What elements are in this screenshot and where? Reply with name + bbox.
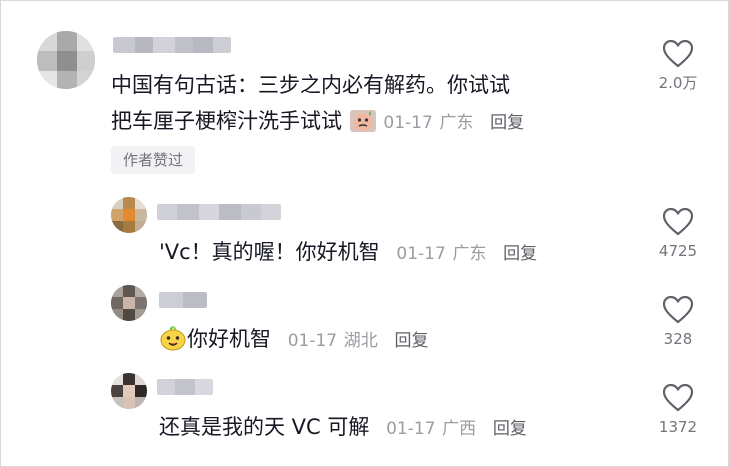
reply-1-like-button[interactable]: 4725 <box>648 207 708 260</box>
commenter-name-blurred[interactable] <box>113 37 231 53</box>
reply-1-reply-button[interactable]: 回复 <box>503 244 537 264</box>
author-liked-badge: 作者赞过 <box>111 146 196 174</box>
comment-like-count: 2.0万 <box>658 74 698 92</box>
reply-3-location: 广西 <box>442 419 477 439</box>
commenter-avatar[interactable] <box>37 31 95 89</box>
reply-2-text: 你好机智 01-17 湖北 回复 <box>159 323 428 361</box>
reply-3-like-count: 1372 <box>658 418 698 436</box>
reply-2-like-button[interactable]: 328 <box>648 295 708 348</box>
reply-1-avatar[interactable] <box>111 197 147 233</box>
smiling-sprout-emoji <box>159 324 187 361</box>
heart-outline-icon <box>662 39 694 68</box>
reply-3-like-button[interactable]: 1372 <box>648 383 708 436</box>
sweat-face-emoji <box>349 108 377 143</box>
heart-outline-icon <box>662 295 694 324</box>
reply-2-reply-button[interactable]: 回复 <box>394 331 428 351</box>
reply-1-date: 01-17 <box>396 244 446 264</box>
comment-like-button[interactable]: 2.0万 <box>648 39 708 92</box>
comment-reply-button[interactable]: 回复 <box>490 113 524 133</box>
comment-location: 广东 <box>439 113 474 133</box>
reply-3-name-blurred[interactable] <box>157 379 213 395</box>
reply-3-avatar[interactable] <box>111 373 147 409</box>
comment-text-line-1: 中国有句古话：三步之内必有解药。你试试 <box>111 73 510 97</box>
comment-panel: 中国有句古话：三步之内必有解药。你试试 把车厘子梗榨汁洗手试试 01-17 广东… <box>0 0 729 467</box>
comment-text-line-2: 把车厘子梗榨汁洗手试试 01-17 广东 回复 <box>111 105 524 143</box>
reply-1-text: 'Vc！真的喔！你好机智 01-17 广东 回复 <box>159 236 537 270</box>
reply-1-body: 'Vc！真的喔！你好机智 <box>159 240 380 264</box>
heart-outline-icon <box>662 383 694 412</box>
heart-outline-icon <box>662 207 694 236</box>
reply-2-like-count: 328 <box>663 330 693 348</box>
reply-3-text: 还真是我的天 VC 可解 01-17 广西 回复 <box>159 411 527 445</box>
reply-3-reply-button[interactable]: 回复 <box>493 419 527 439</box>
reply-2-avatar[interactable] <box>111 285 147 321</box>
reply-1-location: 广东 <box>452 244 487 264</box>
reply-2-date: 01-17 <box>287 331 338 351</box>
reply-1-like-count: 4725 <box>658 242 698 260</box>
comment-date: 01-17 <box>383 113 433 133</box>
reply-1-name-blurred[interactable] <box>157 204 281 220</box>
comment-text-line-2-body: 把车厘子梗榨汁洗手试试 <box>111 109 342 133</box>
reply-3-date: 01-17 <box>386 419 436 439</box>
reply-3-body: 还真是我的天 VC 可解 <box>159 415 370 439</box>
reply-2-location: 湖北 <box>343 331 378 351</box>
reply-2-body: 你好机智 <box>187 327 271 351</box>
reply-2-name-blurred[interactable] <box>159 292 207 308</box>
